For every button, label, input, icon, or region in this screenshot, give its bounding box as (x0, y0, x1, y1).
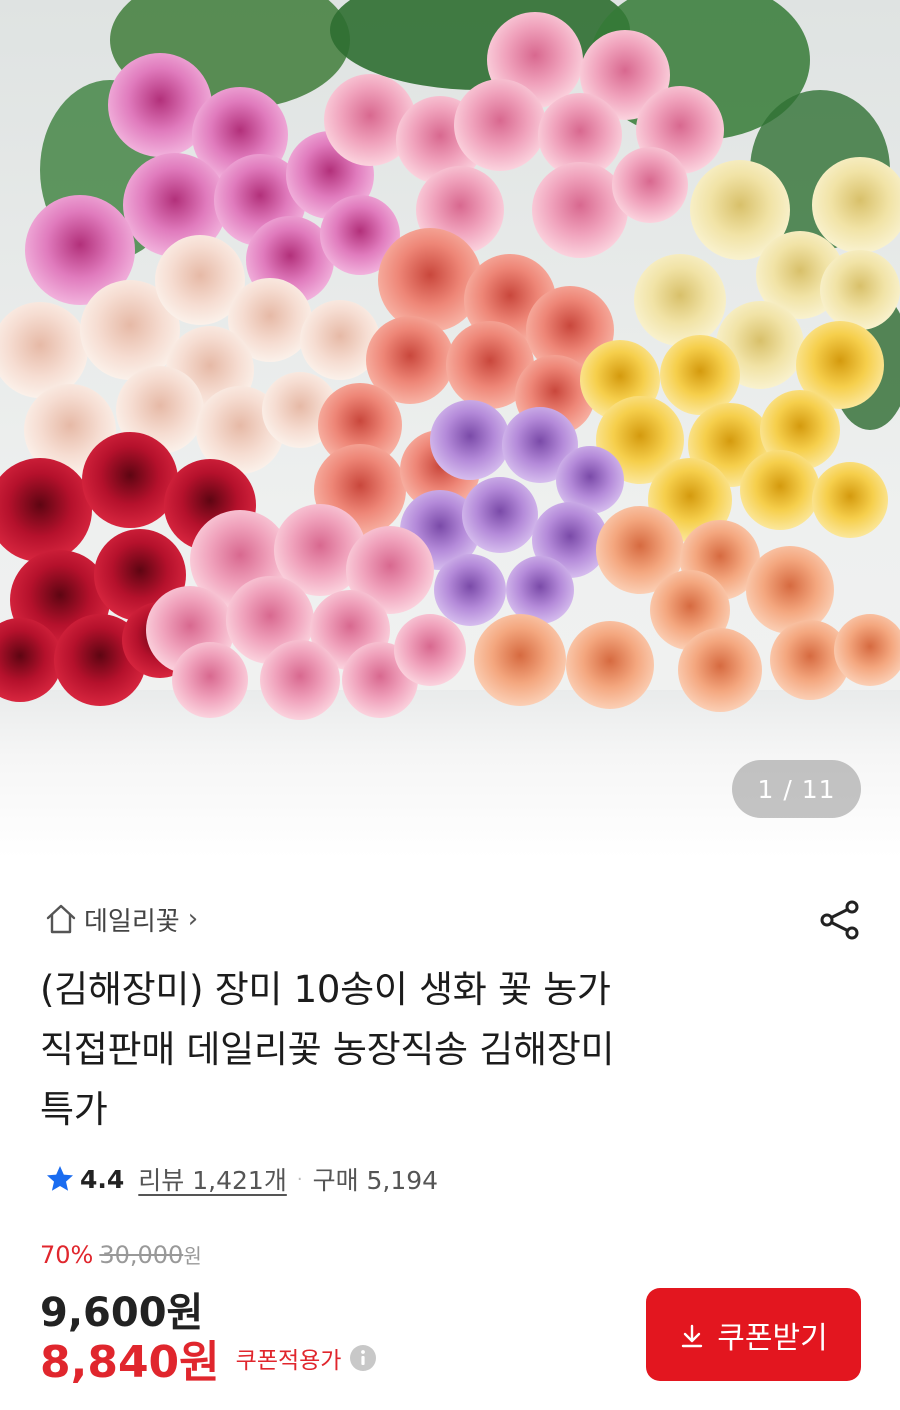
original-price-unit: 원 (183, 1244, 202, 1268)
share-icon (820, 900, 859, 940)
purchase-count: 구매 5,194 (312, 1166, 439, 1195)
separator-dot: · (296, 1168, 303, 1190)
get-coupon-label: 쿠폰받기 (717, 1320, 828, 1356)
download-icon (679, 1322, 705, 1348)
home-icon (44, 902, 78, 936)
discount-rate: 70% (40, 1241, 94, 1269)
chevron-right-icon: › (187, 904, 199, 934)
discount-row: 70% 30,000 원 (40, 1240, 202, 1272)
get-coupon-button[interactable]: 쿠폰받기 (646, 1288, 861, 1381)
coupon-applied-price: 8,840원 (40, 1337, 220, 1388)
product-title-line: (김해장미) 장미 10송이 생화 꽃 농가 (40, 968, 611, 1011)
product-title-line: 직접판매 데일리꽃 농장직송 김해장미 (40, 1028, 615, 1071)
breadcrumb[interactable]: 데일리꽃 › (44, 898, 198, 940)
share-button[interactable] (816, 896, 864, 944)
coupon-price-row: 8,840원 쿠폰적용가 (40, 1330, 377, 1388)
rating-score: 4.4 (80, 1164, 125, 1194)
star-icon (44, 1163, 76, 1195)
product-title: (김해장미) 장미 10송이 생화 꽃 농가 직접판매 데일리꽃 농장직송 김해… (40, 960, 840, 1140)
info-icon[interactable] (349, 1344, 377, 1372)
image-page-counter: 1 / 11 (732, 760, 861, 818)
roses-bouquet-photo (0, 12, 900, 720)
breadcrumb-store-label[interactable]: 데일리꽃 (84, 901, 180, 938)
product-title-line: 특가 (40, 1088, 108, 1131)
original-price: 30,000 (99, 1241, 184, 1269)
rating-row: 4.4 리뷰 1,421개 · 구매 5,194 (44, 1158, 438, 1200)
review-count-link[interactable]: 리뷰 1,421개 (138, 1161, 287, 1197)
coupon-price-label: 쿠폰적용가 (235, 1348, 342, 1374)
product-image-gallery[interactable]: 1 / 11 (0, 0, 900, 858)
